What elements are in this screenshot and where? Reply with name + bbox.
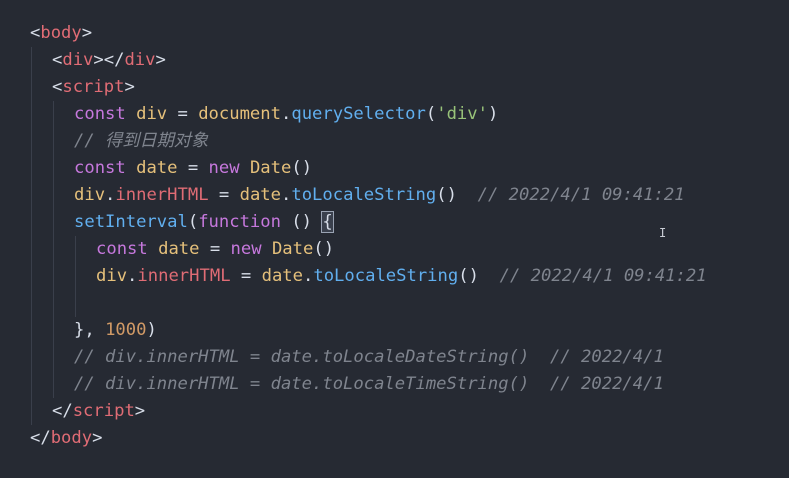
code-token: // 得到日期对象 [74,131,209,151]
code-token: > [124,77,135,97]
code-token: () [291,158,313,178]
code-token: const [96,239,159,259]
code-token: innerHTML [115,185,209,205]
code-token: </ [30,428,51,448]
code-token: Date [271,239,314,259]
code-token: setInterval [74,212,188,232]
code-token: > [92,428,103,448]
code-token: div [96,266,128,286]
code-token: // div.innerHTML = date.toLocaleTimeStri… [74,374,664,394]
code-token: = [199,239,231,259]
code-line[interactable]: <body> [30,20,92,47]
code-line[interactable]: const div = document.querySelector('div'… [74,101,498,128]
code-token: function [198,212,281,232]
code-token: const [74,104,137,124]
code-token: script [72,401,135,421]
code-token: // 2022/4/1 09:41:21 [477,185,685,205]
code-token: body [50,428,93,448]
code-token: () [313,239,335,259]
code-token: ></ [93,50,125,70]
code-line[interactable]: const date = new Date() [74,155,312,182]
code-token: < [52,77,63,97]
code-line[interactable]: </body> [30,425,102,452]
indent-guide [52,101,54,398]
code-token: () [436,185,478,205]
code-token: = [177,158,209,178]
code-token: = [208,185,240,205]
code-token: body [40,23,82,43]
code-token: div [74,185,106,205]
code-token: document [198,104,281,124]
code-token: div [136,104,168,124]
code-line[interactable]: div.innerHTML = date.toLocaleString() //… [96,263,707,290]
code-line[interactable]: </script> [52,398,145,425]
code-token: > [155,50,166,70]
code-token: . [281,185,292,205]
code-line[interactable]: div.innerHTML = date.toLocaleString() //… [74,182,685,209]
text-ibeam-icon: I [659,226,667,240]
code-token: new [208,158,250,178]
code-line[interactable]: // 得到日期对象 [74,128,208,155]
code-token: > [134,401,146,421]
code-token: div [124,50,156,70]
code-token: . [105,185,116,205]
code-line[interactable]: <script> [52,74,135,101]
code-line[interactable]: const date = new Date() [96,236,334,263]
code-token: 1000 [105,320,147,340]
code-token: ) [146,320,157,340]
code-token: date [136,158,178,178]
code-token: () [280,212,323,232]
indent-guide [74,236,76,317]
code-token: date [239,185,281,205]
code-token: . [280,104,292,124]
code-token: } [74,320,85,340]
code-token: new [230,239,272,259]
code-token: toLocaleString [313,266,459,286]
code-token: // div.innerHTML = date.toLocaleDateStri… [74,347,664,367]
code-token: querySelector [291,104,426,124]
code-token: date [261,266,303,286]
code-token: ) [487,104,499,124]
code-token: > [81,23,93,43]
code-token: // 2022/4/1 09:41:21 [499,266,707,286]
indent-guide [30,47,32,425]
code-token: < [52,50,63,70]
code-token: . [127,266,138,286]
code-token: , [84,320,106,340]
code-token: () [458,266,500,286]
code-token: </ [52,401,73,421]
code-token: Date [249,158,292,178]
code-line[interactable]: // div.innerHTML = date.toLocaleDateStri… [74,344,664,371]
code-token: const [74,158,137,178]
code-line[interactable]: // div.innerHTML = date.toLocaleTimeStri… [74,371,664,398]
code-token: = [230,266,262,286]
code-token: = [167,104,199,124]
code-line[interactable]: <div></div> [52,47,166,74]
code-token: ( [187,212,199,232]
code-editor[interactable]: I <body> <div></div> <script> const div = d… [0,0,789,478]
code-token: ( [425,104,437,124]
code-token: toLocaleString [291,185,437,205]
code-token: 'div' [436,104,488,124]
code-token: . [303,266,314,286]
code-token: script [62,77,125,97]
code-token: date [158,239,200,259]
code-token: div [62,50,94,70]
code-token: innerHTML [137,266,231,286]
code-token: < [30,23,41,43]
code-line[interactable]: }, 1000) [74,317,157,344]
code-line[interactable]: setInterval(function () { [74,209,334,236]
text-cursor-bracket: { [321,211,334,233]
